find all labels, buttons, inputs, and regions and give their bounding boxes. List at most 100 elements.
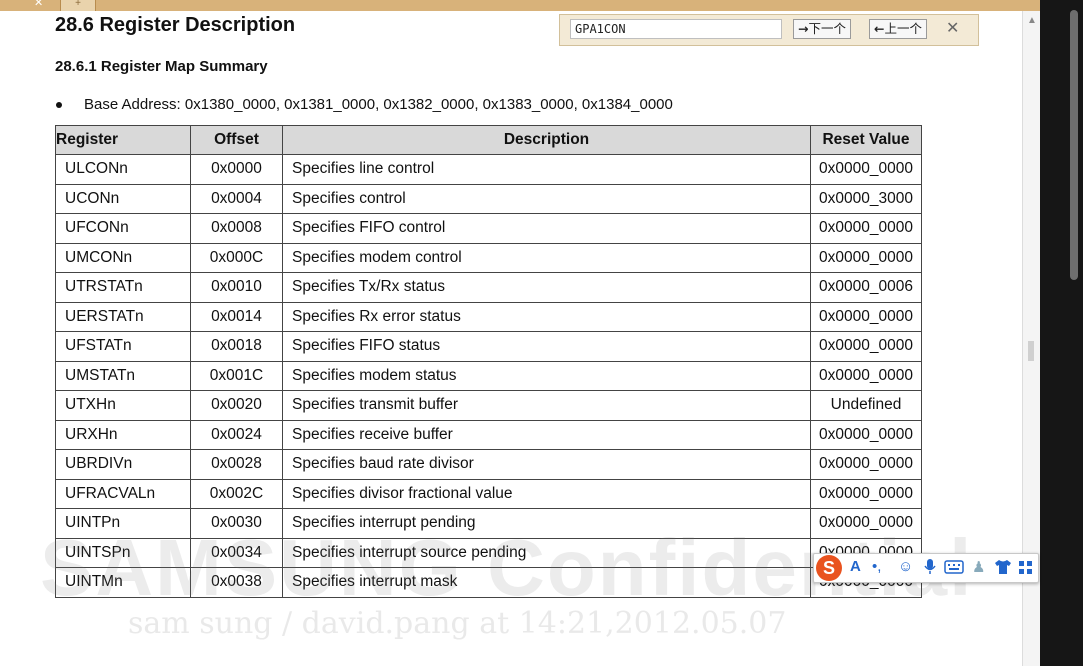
description-cell: Specifies control (282, 183, 811, 214)
find-next-button[interactable]: →下一个 (793, 19, 851, 39)
register-cell: UFRACVALn (55, 478, 191, 509)
register-cell: UINTSPn (55, 537, 191, 568)
table-row: UFRACVALn 0x002C Specifies divisor fractio… (55, 478, 922, 509)
register-cell: URXHn (55, 419, 191, 450)
table-row: UBRDIVn 0x0028 Specifies baud rate divisor… (55, 449, 922, 480)
new-tab-button[interactable]: + (60, 0, 96, 11)
table-row: UERSTATn 0x0014 Specifies Rx error status 0… (55, 301, 922, 332)
reset-value-cell: 0x0000_3000 (810, 183, 922, 214)
table-row: ULCONn 0x0000 Specifies line control 0x0000… (55, 154, 922, 185)
base-address-bullet: Base Address: 0x1380_0000, 0x1381_0000, … (56, 96, 673, 113)
arrow-left-icon: ← (874, 21, 885, 36)
user-icon[interactable]: ♟ (972, 558, 985, 576)
find-close-icon[interactable]: ✕ (946, 18, 959, 38)
offset-cell: 0x000C (190, 242, 283, 273)
offset-cell: 0x0010 (190, 272, 283, 303)
table-header-row: Register Offset Description Reset Value (55, 125, 922, 155)
register-cell: UMCONn (55, 242, 191, 273)
find-next-label: 下一个 (808, 21, 846, 36)
register-cell: UFCONn (55, 213, 191, 244)
offset-cell: 0x002C (190, 478, 283, 509)
register-cell: UMSTATn (55, 360, 191, 391)
offset-cell: 0x0000 (190, 154, 283, 185)
description-cell: Specifies receive buffer (282, 419, 811, 450)
reset-value-cell: 0x0000_0000 (810, 449, 922, 480)
microphone-icon[interactable] (924, 558, 936, 579)
description-cell: Specifies FIFO status (282, 331, 811, 362)
table-row: UTXHn 0x0020 Specifies transmit buffer Unde… (55, 390, 922, 421)
subsection-heading: 28.6.1 Register Map Summary (55, 58, 268, 75)
reset-value-cell: 0x0000_0000 (810, 360, 922, 391)
offset-cell: 0x0038 (190, 567, 283, 598)
reset-value-cell: 0x0000_0000 (810, 213, 922, 244)
table-row: URXHn 0x0024 Specifies receive buffer 0x000… (55, 419, 922, 450)
description-cell: Specifies line control (282, 154, 811, 185)
reset-value-cell: Undefined (810, 390, 922, 421)
reset-value-cell: 0x0000_0000 (810, 508, 922, 539)
reset-value-cell: 0x0000_0000 (810, 242, 922, 273)
offset-cell: 0x0024 (190, 419, 283, 450)
table-row: UFCONn 0x0008 Specifies FIFO control 0x0000… (55, 213, 922, 244)
register-cell: UINTMn (55, 567, 191, 598)
offset-cell: 0x0014 (190, 301, 283, 332)
punctuation-icon[interactable]: •, (872, 558, 881, 575)
reset-value-cell: 0x0000_0000 (810, 154, 922, 185)
ime-logo-icon[interactable]: S (816, 555, 842, 581)
register-cell: UERSTATn (55, 301, 191, 332)
description-cell: Specifies FIFO control (282, 213, 811, 244)
column-header-reset-value: Reset Value (810, 125, 922, 155)
reset-value-cell: 0x0000_0006 (810, 272, 922, 303)
scroll-up-icon[interactable]: ▲ (1027, 15, 1037, 26)
keyboard-icon[interactable] (944, 560, 964, 578)
table-row: UMCONn 0x000C Specifies modem control 0x000… (55, 242, 922, 273)
letter-a-icon[interactable]: A (850, 558, 861, 575)
table-row: UMSTATn 0x001C Specifies modem status 0x000… (55, 360, 922, 391)
offset-cell: 0x0028 (190, 449, 283, 480)
offset-cell: 0x0034 (190, 537, 283, 568)
offset-cell: 0x0018 (190, 331, 283, 362)
tab-close-icon[interactable]: ✕ (34, 0, 43, 9)
description-cell: Specifies transmit buffer (282, 390, 811, 421)
register-cell: ULCONn (55, 154, 191, 185)
arrow-right-icon: → (798, 21, 809, 36)
offset-cell: 0x001C (190, 360, 283, 391)
offset-cell: 0x0030 (190, 508, 283, 539)
ime-toolbar: S A •, ☺ ♟ (813, 553, 1039, 583)
column-header-description: Description (282, 125, 811, 155)
table-row: UINTPn 0x0030 Specifies interrupt pending 0… (55, 508, 922, 539)
reset-value-cell: 0x0000_0000 (810, 478, 922, 509)
table-row: UFSTATn 0x0018 Specifies FIFO status 0x0000… (55, 331, 922, 362)
description-cell: Specifies modem control (282, 242, 811, 273)
table-row: UINTMn0x0038Specifies interrupt mask0x00… (55, 567, 922, 598)
register-cell: UBRDIVn (55, 449, 191, 480)
grid-icon[interactable] (1018, 560, 1033, 579)
reset-value-cell: 0x0000_0000 (810, 419, 922, 450)
reset-value-cell: 0x0000_0000 (810, 331, 922, 362)
scrollbar-thumb[interactable] (1028, 341, 1034, 361)
register-cell: UINTPn (55, 508, 191, 539)
find-input[interactable] (570, 19, 782, 39)
base-address-text: Base Address: 0x1380_0000, 0x1381_0000, … (84, 96, 673, 113)
find-prev-button[interactable]: ←上一个 (869, 19, 927, 39)
description-cell: Specifies Tx/Rx status (282, 272, 811, 303)
offset-cell: 0x0004 (190, 183, 283, 214)
section-heading: 28.6 Register Description (55, 14, 296, 36)
register-map-table: Register Offset Description Reset Value … (55, 125, 922, 598)
bullet-icon (56, 102, 62, 109)
window-edge (1040, 0, 1083, 666)
emoji-icon[interactable]: ☺ (898, 558, 913, 575)
register-cell: UTXHn (55, 390, 191, 421)
table-row: UTRSTATn 0x0010 Specifies Tx/Rx status 0x00… (55, 272, 922, 303)
register-cell: UTRSTATn (55, 272, 191, 303)
find-prev-label: 上一个 (884, 21, 922, 36)
offset-cell: 0x0008 (190, 213, 283, 244)
description-cell: Specifies interrupt mask (282, 567, 811, 598)
shirt-icon[interactable] (994, 559, 1012, 579)
description-cell: Specifies baud rate divisor (282, 449, 811, 480)
outer-scrollbar-thumb[interactable] (1070, 10, 1078, 280)
find-bar: →下一个 ←上一个 ✕ (559, 14, 979, 46)
column-header-register: Register (55, 125, 191, 155)
column-header-offset: Offset (190, 125, 283, 155)
reset-value-cell: 0x0000_0000 (810, 301, 922, 332)
description-cell: Specifies Rx error status (282, 301, 811, 332)
